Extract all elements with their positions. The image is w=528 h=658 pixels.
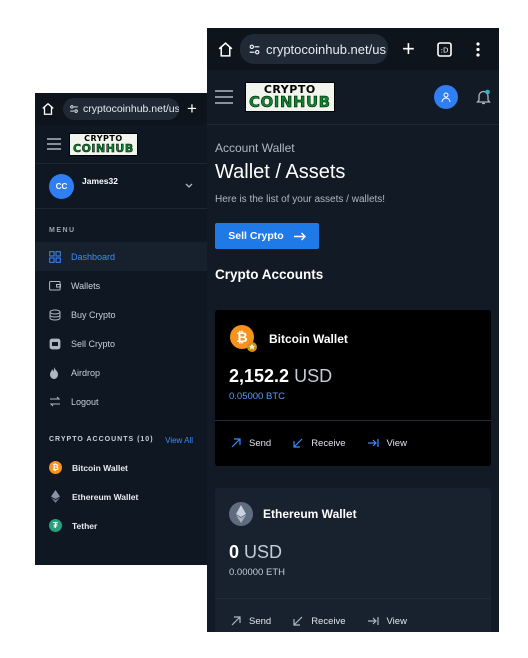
page-subtitle: Here is the list of your assets / wallet… — [215, 194, 386, 205]
page-title: Wallet / Assets — [215, 161, 346, 183]
sidebar-item-sell-crypto[interactable]: Sell Crypto — [35, 329, 207, 358]
user-profile-toggle[interactable]: CC James32 — [35, 164, 207, 209]
svg-text:₿: ₿ — [236, 330, 247, 346]
sidebar-item-label: Wallets — [71, 280, 101, 291]
send-arrow-icon — [231, 616, 241, 626]
buy-crypto-icon — [49, 309, 63, 321]
crypto-coinhub-logo[interactable]: CRYPTO COINHUB — [69, 132, 138, 156]
site-settings-icon[interactable] — [248, 43, 261, 56]
dashboard-icon — [49, 250, 63, 263]
send-arrow-icon — [231, 438, 241, 448]
account-item-tether[interactable]: ₮ Tether — [35, 511, 207, 540]
more-options-icon[interactable] — [476, 41, 480, 57]
receive-arrow-icon — [293, 438, 303, 448]
account-item-label: Ethereum Wallet — [72, 491, 139, 502]
browser-toolbar: cryptocoinhub.net/us + — [35, 93, 207, 125]
sidebar-item-airdrop[interactable]: Airdrop — [35, 358, 207, 387]
view-all-link[interactable]: View All — [165, 436, 193, 445]
hamburger-menu-icon[interactable] — [47, 138, 61, 150]
url-text: cryptocoinhub.net/us — [266, 41, 386, 57]
view-arrow-icon — [367, 438, 379, 448]
home-icon[interactable] — [217, 41, 234, 58]
arrow-right-icon — [293, 232, 306, 241]
sidebar-item-dashboard[interactable]: Dashboard — [35, 242, 207, 271]
sell-crypto-button[interactable]: Sell Crypto — [215, 223, 319, 249]
breadcrumb: Account Wallet — [215, 141, 295, 155]
ethereum-icon — [49, 490, 62, 503]
sidebar-item-wallets[interactable]: Wallets — [35, 271, 207, 300]
account-item-bitcoin[interactable]: ₿ Bitcoin Wallet — [35, 453, 207, 482]
new-tab-icon[interactable]: + — [402, 36, 415, 62]
crypto-coinhub-logo[interactable]: CRYPTO COINHUB — [245, 82, 335, 112]
chevron-down-icon[interactable] — [185, 183, 193, 189]
new-tab-icon[interactable]: + — [187, 99, 197, 119]
username: James32 — [82, 176, 118, 186]
ethereum-icon — [229, 502, 253, 526]
sidebar-item-label: Airdrop — [71, 367, 101, 378]
wallet-name: Bitcoin Wallet — [269, 332, 348, 346]
sidebar-item-logout[interactable]: Logout — [35, 387, 207, 416]
site-settings-icon[interactable] — [69, 104, 79, 114]
url-bar[interactable]: cryptocoinhub.net/us — [63, 98, 179, 120]
svg-text::D: :D — [440, 46, 448, 54]
sidebar-item-label: Dashboard — [71, 251, 116, 262]
account-item-ethereum[interactable]: Ethereum Wallet — [35, 482, 207, 511]
view-arrow-icon — [367, 616, 379, 626]
view-button[interactable]: View — [367, 438, 407, 449]
wallet-crypto-amount: 0.05000 BTC — [229, 391, 285, 402]
sidebar-item-buy-crypto[interactable]: Buy Crypto — [35, 300, 207, 329]
account-item-label: Tether — [72, 520, 98, 531]
sidebar-item-label: Logout — [71, 396, 99, 407]
wallet-actions: Send Receive View — [215, 420, 491, 465]
crypto-accounts-header: CRYPTO ACCOUNTS (10) View All — [35, 416, 207, 453]
sidebar-phone-screen: cryptocoinhub.net/us + CRYPTO COINHUB CC… — [35, 93, 207, 565]
app-header: CRYPTO COINHUB — [207, 70, 499, 125]
ethereum-wallet-card[interactable]: Ethereum Wallet 0 USD 0.00000 ETH Send R… — [215, 488, 491, 632]
bitcoin-icon: ₿ — [49, 461, 62, 474]
receive-arrow-icon — [293, 616, 303, 626]
url-bar[interactable]: cryptocoinhub.net/us — [240, 34, 388, 64]
send-button[interactable]: Send — [231, 438, 271, 449]
sell-crypto-icon — [49, 338, 63, 350]
flame-icon — [49, 366, 63, 379]
section-title: Crypto Accounts — [215, 267, 324, 282]
user-avatar-button[interactable] — [434, 85, 458, 109]
sidebar-item-label: Buy Crypto — [71, 309, 116, 320]
crypto-accounts-heading: CRYPTO ACCOUNTS (10) — [49, 436, 154, 443]
logout-icon — [49, 396, 63, 407]
wallet-actions: Send Receive View — [215, 598, 491, 632]
menu-heading: MENU — [49, 227, 76, 234]
wallet-icon — [49, 280, 63, 291]
hamburger-menu-icon[interactable] — [215, 90, 233, 104]
app-header: CRYPTO COINHUB — [35, 125, 207, 164]
sidebar-item-label: Sell Crypto — [71, 338, 116, 349]
user-icon — [441, 92, 451, 102]
wallet-balance: 2,152.2 USD — [229, 366, 333, 386]
send-button[interactable]: Send — [231, 616, 271, 627]
tether-icon: ₮ — [49, 519, 62, 532]
avatar: CC — [49, 173, 74, 199]
wallet-balance: 0 USD — [229, 542, 283, 562]
url-text: cryptocoinhub.net/us — [83, 103, 179, 115]
receive-button[interactable]: Receive — [293, 438, 346, 449]
bitcoin-icon: ₿ — [229, 324, 259, 354]
wallet-crypto-amount: 0.00000 ETH — [229, 567, 285, 578]
browser-toolbar: cryptocoinhub.net/us + :D — [207, 28, 499, 70]
tab-switcher-icon[interactable]: :D — [437, 41, 452, 57]
bitcoin-wallet-card[interactable]: ₿ Bitcoin Wallet 2,152.2 USD 0.05000 BTC… — [215, 310, 491, 466]
wallet-name: Ethereum Wallet — [263, 507, 357, 521]
view-button[interactable]: View — [367, 616, 407, 627]
home-icon[interactable] — [41, 102, 55, 116]
notification-bell-icon[interactable] — [476, 89, 491, 105]
receive-button[interactable]: Receive — [293, 616, 346, 627]
wallet-phone-screen: cryptocoinhub.net/us + :D CRYPTO COINHUB… — [207, 28, 499, 632]
account-item-label: Bitcoin Wallet — [72, 462, 128, 473]
